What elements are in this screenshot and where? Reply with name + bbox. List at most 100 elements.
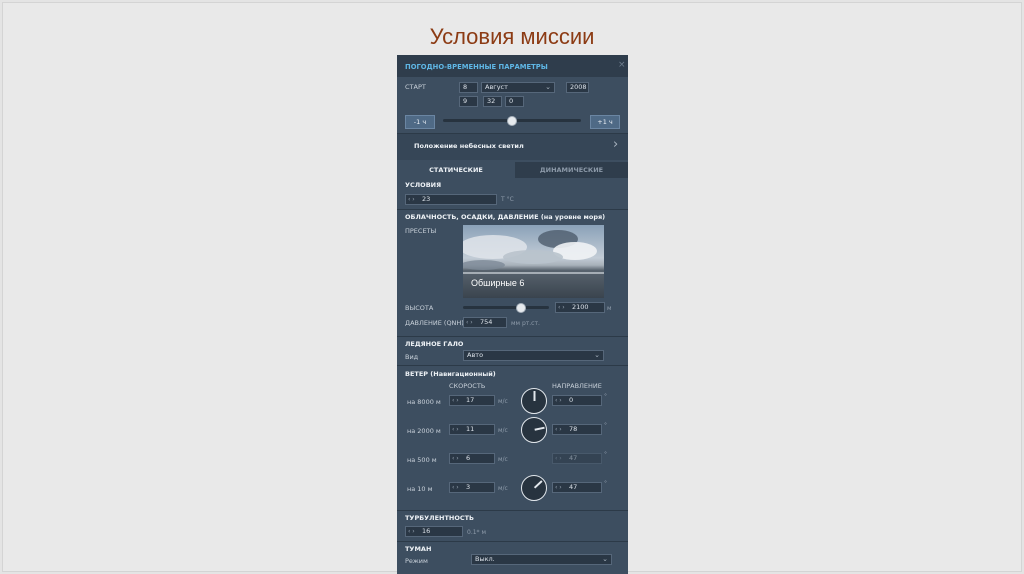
chevron-right-icon: › bbox=[613, 137, 619, 152]
start-month-select[interactable]: Август ⌄ bbox=[481, 82, 555, 93]
fog-title: ТУМАН bbox=[405, 545, 432, 553]
wind-direction-needle bbox=[534, 427, 545, 431]
start-year-input[interactable]: 2008 bbox=[566, 82, 589, 93]
stepper-arrows-icon[interactable]: ‹ › bbox=[406, 195, 422, 204]
wind-direction-stepper[interactable]: ‹ › 78 bbox=[552, 424, 602, 435]
wind-altitude-label: на 8000 м bbox=[407, 398, 441, 406]
divider bbox=[397, 336, 628, 337]
cloud-preset-preview[interactable]: Обширные 6 bbox=[463, 225, 604, 298]
start-day-input[interactable]: 8 bbox=[459, 82, 478, 93]
fog-mode-select[interactable]: Выкл. ⌄ bbox=[471, 554, 612, 565]
stepper-arrows-icon[interactable]: ‹ › bbox=[406, 527, 422, 536]
wind-direction-dial[interactable] bbox=[521, 475, 547, 501]
height-stepper[interactable]: ‹ › 2100 bbox=[555, 302, 605, 313]
wind-speed-stepper[interactable]: ‹ › 3 bbox=[449, 482, 495, 493]
temperature-value: 23 bbox=[422, 195, 431, 203]
wind-direction-needle bbox=[534, 391, 536, 401]
height-slider-thumb[interactable] bbox=[516, 303, 527, 313]
wind-degree-unit: ° bbox=[604, 422, 607, 429]
wind-altitude-label: на 2000 м bbox=[407, 427, 441, 435]
wind-direction-stepper[interactable]: ‹ › 0 bbox=[552, 395, 602, 406]
wind-speed-unit: м/с bbox=[498, 456, 508, 463]
wind-speed-unit: м/с bbox=[498, 398, 508, 405]
stepper-arrows-icon[interactable]: ‹ › bbox=[450, 396, 466, 405]
stepper-arrows-icon[interactable]: ‹ › bbox=[553, 483, 569, 492]
pressure-unit: мм рт.ст. bbox=[511, 320, 540, 327]
wind-degree-unit: ° bbox=[604, 451, 607, 458]
wind-direction-dial[interactable] bbox=[521, 417, 547, 443]
stepper-arrows-icon[interactable]: ‹ › bbox=[450, 425, 466, 434]
conditions-title: УСЛОВИЯ bbox=[405, 181, 442, 189]
celestial-label: Положение небесных светил bbox=[414, 142, 524, 150]
cloud-preset-name: Обширные 6 bbox=[471, 278, 525, 288]
presets-label: ПРЕСЕТЫ bbox=[405, 227, 437, 235]
chevron-down-icon: ⌄ bbox=[594, 351, 600, 359]
wind-direction-dial[interactable] bbox=[521, 388, 547, 414]
slide-title: Условия миссии bbox=[429, 24, 595, 49]
minus-hour-button[interactable]: -1 ч bbox=[405, 115, 435, 129]
pressure-stepper[interactable]: ‹ › 754 bbox=[463, 317, 507, 328]
stepper-arrows-icon[interactable]: ‹ › bbox=[553, 396, 569, 405]
wind-direction-value: 78 bbox=[569, 425, 578, 433]
turbulence-unit: 0.1* м bbox=[467, 529, 486, 536]
wind-speed-value: 3 bbox=[466, 483, 471, 491]
start-hour-input[interactable]: 9 bbox=[459, 96, 478, 107]
turbulence-stepper[interactable]: ‹ › 16 bbox=[405, 526, 463, 537]
wind-speed-stepper[interactable]: ‹ › 11 bbox=[449, 424, 495, 435]
turbulence-title: ТУРБУЛЕНТНОСТЬ bbox=[405, 514, 475, 522]
divider bbox=[397, 209, 628, 210]
halo-title: ЛЕДЯНОЕ ГАЛО bbox=[405, 340, 464, 348]
halo-view-value: Авто bbox=[467, 351, 484, 359]
halo-view-label: Вид bbox=[405, 353, 419, 361]
time-slider-thumb[interactable] bbox=[507, 116, 517, 126]
start-label: СТАРТ bbox=[405, 83, 426, 91]
temperature-stepper[interactable]: ‹ › 23 bbox=[405, 194, 497, 205]
panel-title: ПОГОДНО-ВРЕМЕННЫЕ ПАРАМЕТРЫ bbox=[405, 63, 548, 71]
stepper-arrows-icon[interactable]: ‹ › bbox=[553, 425, 569, 434]
height-label: ВЫСОТА bbox=[405, 304, 434, 312]
wind-speed-stepper[interactable]: ‹ › 17 bbox=[449, 395, 495, 406]
divider bbox=[397, 541, 628, 542]
wind-direction-header: НАПРАВЛЕНИЕ bbox=[552, 382, 602, 390]
stepper-arrows-icon[interactable]: ‹ › bbox=[450, 454, 466, 463]
chevron-down-icon: ⌄ bbox=[545, 83, 551, 91]
wind-altitude-label: на 10 м bbox=[407, 485, 433, 493]
clouds-title: ОБЛАЧНОСТЬ, ОСАДКИ, ДАВЛЕНИЕ (на уровне … bbox=[405, 213, 606, 221]
divider bbox=[397, 365, 628, 366]
wind-direction-value: 47 bbox=[569, 454, 578, 462]
pressure-label: ДАВЛЕНИЕ (QNH) bbox=[405, 319, 464, 327]
wind-direction-stepper: ‹ › 47 bbox=[552, 453, 602, 464]
wind-degree-unit: ° bbox=[604, 480, 607, 487]
divider bbox=[397, 510, 628, 511]
pressure-value: 754 bbox=[480, 318, 493, 326]
stepper-arrows-icon[interactable]: ‹ › bbox=[464, 318, 480, 327]
fog-mode-label: Режим bbox=[405, 557, 428, 565]
stepper-arrows-icon[interactable]: ‹ › bbox=[556, 303, 572, 312]
wind-direction-needle bbox=[534, 480, 543, 489]
chevron-down-icon: ⌄ bbox=[602, 555, 608, 563]
wind-speed-value: 11 bbox=[466, 425, 475, 433]
wind-speed-header: СКОРОСТЬ bbox=[449, 382, 486, 390]
turbulence-value: 16 bbox=[422, 527, 431, 535]
wind-speed-value: 6 bbox=[466, 454, 471, 462]
stepper-arrows-icon[interactable]: ‹ › bbox=[553, 454, 569, 463]
halo-view-select[interactable]: Авто ⌄ bbox=[463, 350, 604, 361]
tab-dynamic[interactable]: ДИНАМИЧЕСКИЕ bbox=[515, 162, 628, 178]
wind-title: ВЕТЕР (Навигационный) bbox=[405, 370, 496, 378]
wind-altitude-label: на 500 м bbox=[407, 456, 437, 464]
height-unit: м bbox=[607, 305, 612, 312]
height-value: 2100 bbox=[572, 303, 589, 311]
wind-speed-stepper[interactable]: ‹ › 6 bbox=[449, 453, 495, 464]
tab-static[interactable]: СТАТИЧЕСКИЕ bbox=[397, 162, 515, 178]
close-icon[interactable]: × bbox=[618, 60, 626, 70]
wind-direction-value: 47 bbox=[569, 483, 578, 491]
start-second-input[interactable]: 0 bbox=[505, 96, 524, 107]
fog-mode-value: Выкл. bbox=[475, 555, 495, 563]
wind-direction-stepper[interactable]: ‹ › 47 bbox=[552, 482, 602, 493]
stepper-arrows-icon[interactable]: ‹ › bbox=[450, 483, 466, 492]
wind-speed-value: 17 bbox=[466, 396, 475, 404]
wind-speed-unit: м/с bbox=[498, 485, 508, 492]
start-minute-input[interactable]: 32 bbox=[483, 96, 502, 107]
plus-hour-button[interactable]: +1 ч bbox=[590, 115, 620, 129]
height-slider-track[interactable] bbox=[463, 306, 549, 309]
